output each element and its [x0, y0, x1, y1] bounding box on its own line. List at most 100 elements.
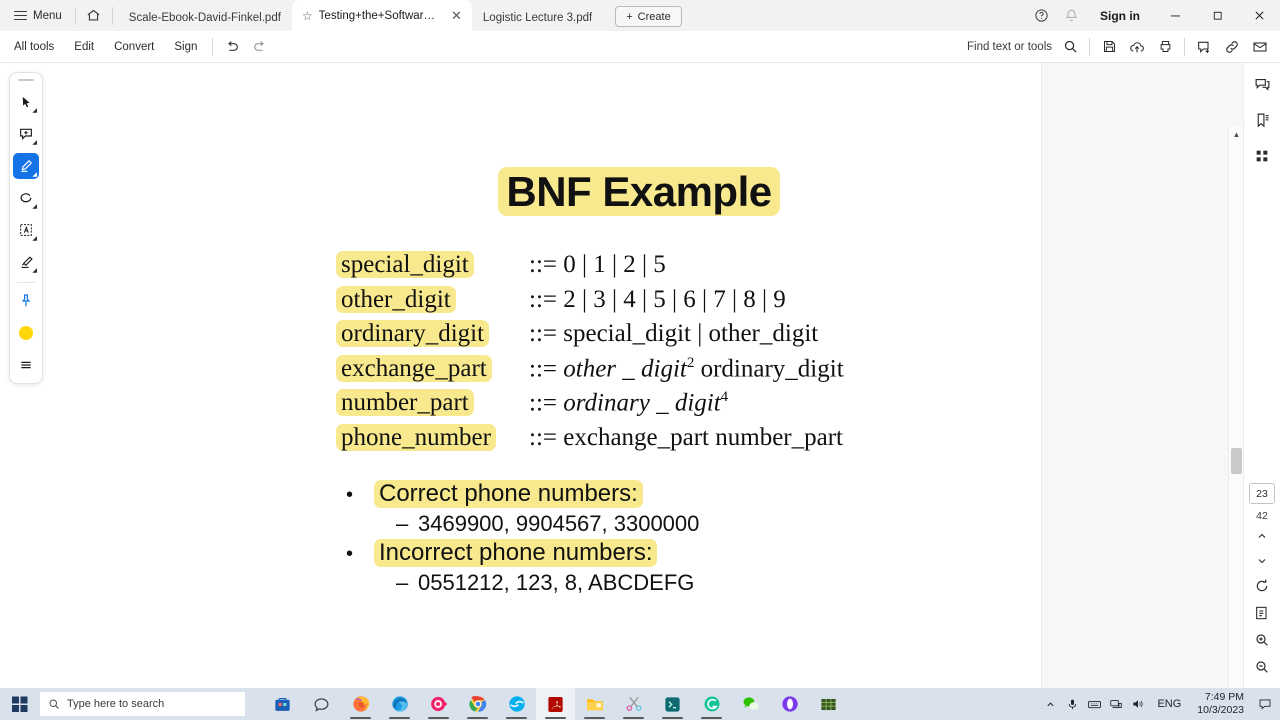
bullet-marker: • [346, 484, 354, 506]
taskbar-app-edge[interactable] [380, 688, 419, 720]
search-button[interactable] [1056, 35, 1084, 59]
taskbar-app-skype[interactable] [497, 688, 536, 720]
pin-tool-button[interactable] [13, 288, 39, 314]
taskbar-app-firefox[interactable] [341, 688, 380, 720]
zoom-out-button[interactable] [1249, 653, 1275, 680]
title-bar-right: Sign in [1026, 0, 1280, 31]
eraser-tool-button[interactable]: ◢ [13, 249, 39, 275]
grammar-rhs: ::= 0 | 1 | 2 | 5 [529, 251, 666, 278]
create-label: Create [637, 10, 671, 23]
taskbar-app-terminal[interactable] [653, 688, 692, 720]
taskbar-app-microsoft-store[interactable] [263, 688, 302, 720]
tray-overflow-button[interactable] [1039, 688, 1061, 720]
clock[interactable]: 7:49 PM 10/3/2023 [1189, 691, 1252, 717]
add-comment-tool-button[interactable]: ◢ [13, 121, 39, 147]
taskbar-app-chrome[interactable] [458, 688, 497, 720]
add-comment-icon [1198, 41, 1209, 53]
fit-page-button[interactable] [1249, 599, 1275, 626]
save-button[interactable] [1095, 35, 1123, 59]
notification-center-button[interactable] [1252, 688, 1278, 720]
taskbar-app-file-explorer[interactable] [575, 688, 614, 720]
command-bar-right: Find text or tools [967, 35, 1280, 59]
maximize-icon [1213, 11, 1222, 20]
tab-2[interactable]: Logistic Lecture 3.pdf [472, 4, 603, 31]
add-comment-button[interactable] [1190, 35, 1218, 59]
select-tool-button[interactable]: ◢ [13, 89, 39, 115]
toolbar-drag-handle[interactable] [18, 79, 34, 81]
start-button[interactable] [0, 688, 40, 720]
taskbar-app-spreadsheet[interactable] [809, 688, 848, 720]
help-button[interactable] [1026, 0, 1056, 31]
tab-1[interactable]: ☆ Testing+the+Software+… ✕ [291, 0, 472, 31]
scrollbar-thumb[interactable] [1231, 448, 1242, 474]
create-button[interactable]: + Create [615, 6, 682, 27]
convert-button[interactable]: Convert [104, 35, 164, 59]
volume-button[interactable] [1127, 688, 1149, 720]
taskbar-app-grammarly[interactable] [692, 688, 731, 720]
text-box-tool-button[interactable]: ◢ [13, 217, 39, 243]
divider [74, 6, 76, 25]
minimize-button[interactable] [1154, 0, 1196, 31]
title-bar: Menu Scale-Ebook-David-Finkel.pdf ☆ Test… [0, 0, 1280, 31]
highlight-tool-button[interactable]: ◢ [13, 153, 39, 179]
vertical-scrollbar[interactable]: ▲ ▼ [1228, 126, 1243, 720]
taskbar-search-box[interactable]: Type here to search [40, 692, 245, 716]
upload-button[interactable] [1123, 35, 1151, 59]
current-page-input[interactable]: 23 [1249, 483, 1275, 504]
grammar-lhs: other_digit [336, 285, 456, 313]
freeform-draw-tool-button[interactable]: ◢ [13, 185, 39, 211]
grammar-lhs: phone_number [336, 423, 496, 451]
plus-icon: + [626, 10, 633, 23]
next-page-button[interactable] [1249, 550, 1275, 572]
edit-button[interactable]: Edit [64, 35, 104, 59]
tab-0[interactable]: Scale-Ebook-David-Finkel.pdf [118, 4, 292, 31]
color-swatch-button[interactable] [13, 320, 39, 346]
scroll-up-button[interactable]: ▲ [1229, 126, 1244, 142]
grammarly-icon [704, 696, 719, 712]
star-icon[interactable]: ☆ [302, 10, 313, 22]
pdf-page[interactable]: BNF Example special_digit ::= 0 | 1 | 2 … [236, 63, 1042, 688]
email-button[interactable] [1246, 35, 1274, 59]
taskbar-app-screen-recorder[interactable] [419, 688, 458, 720]
sign-button[interactable]: Sign [164, 35, 207, 59]
chevron-down-icon: ◢ [32, 108, 37, 114]
taskbar-app-chat[interactable] [302, 688, 341, 720]
firefox-icon [352, 696, 369, 712]
bookmarks-panel-button[interactable] [1248, 105, 1276, 135]
print-button[interactable] [1151, 35, 1179, 59]
taskbar-app-opera[interactable] [770, 688, 809, 720]
microphone-button[interactable] [1061, 688, 1083, 720]
maximize-button[interactable] [1196, 0, 1238, 31]
taskbar-app-wechat[interactable] [731, 688, 770, 720]
acrobat-window: Menu Scale-Ebook-David-Finkel.pdf ☆ Test… [0, 0, 1280, 720]
home-icon [87, 9, 100, 21]
redo-button[interactable] [246, 35, 274, 59]
language-indicator[interactable]: ENG [1149, 698, 1189, 710]
tab-strip: Scale-Ebook-David-Finkel.pdf ☆ Testing+t… [118, 0, 682, 31]
menu-button[interactable]: Menu [6, 4, 70, 28]
page-thumbnails-button[interactable] [1248, 141, 1276, 171]
close-icon[interactable]: ✕ [451, 8, 462, 24]
zoom-in-button[interactable] [1249, 626, 1275, 653]
toolbar-more-button[interactable] [13, 352, 39, 378]
close-window-button[interactable] [1238, 0, 1280, 31]
rotate-page-button[interactable] [1249, 572, 1275, 599]
ime-keyboard-button[interactable] [1083, 688, 1105, 720]
home-button[interactable] [81, 4, 107, 28]
mail-icon [1253, 41, 1267, 52]
sign-in-button[interactable]: Sign in [1086, 9, 1154, 23]
comments-panel-button[interactable] [1248, 69, 1276, 99]
windows-taskbar: Type here to search ENG 7:49 PM 10/3/202… [0, 688, 1280, 720]
clock-time: 7:49 PM [1204, 691, 1244, 703]
chat-icon [314, 697, 329, 712]
all-tools-button[interactable]: All tools [4, 35, 64, 59]
taskbar-app-snipping-tool[interactable] [614, 688, 653, 720]
previous-page-button[interactable] [1249, 525, 1275, 547]
notifications-button[interactable] [1056, 0, 1086, 31]
undo-button[interactable] [218, 35, 246, 59]
network-button[interactable] [1105, 688, 1127, 720]
slide-title-text: BNF Example [498, 167, 780, 216]
taskbar-app-adobe-acrobat[interactable] [536, 688, 575, 720]
tab-label: Scale-Ebook-David-Finkel.pdf [128, 11, 281, 24]
share-link-button[interactable] [1218, 35, 1246, 59]
